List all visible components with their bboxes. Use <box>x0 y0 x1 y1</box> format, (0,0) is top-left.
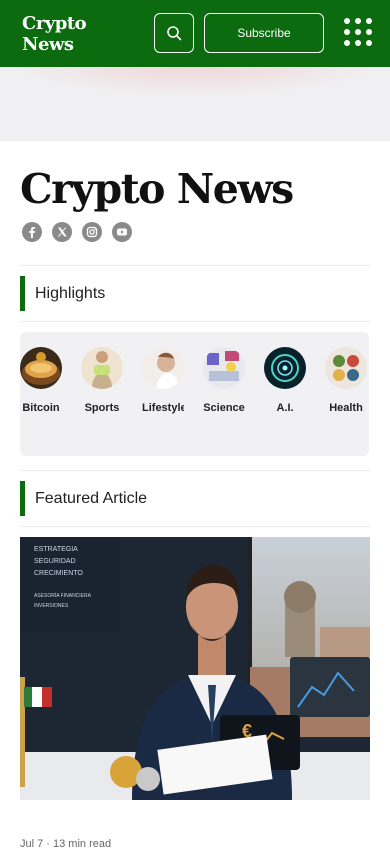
sign-line-5: INVERSIONES <box>34 603 69 609</box>
category-science[interactable]: Science <box>203 347 245 414</box>
category-label: Health <box>329 402 363 414</box>
divider <box>20 321 370 322</box>
divider <box>20 526 370 527</box>
page-title: Crypto News <box>20 165 294 213</box>
top-header: Crypto News Subscribe <box>0 0 390 67</box>
category-ai[interactable]: A.I. <box>264 347 306 414</box>
search-icon <box>167 26 182 41</box>
facebook-icon[interactable] <box>22 222 42 242</box>
article-meta: Jul 7 · 13 min read <box>20 838 112 850</box>
category-label: Bitcoin <box>22 402 60 414</box>
category-label: A.I. <box>276 402 294 414</box>
instagram-icon[interactable] <box>82 222 102 242</box>
sign-line-2: SEGURIDAD <box>34 558 76 565</box>
highlights-header: Highlights <box>20 276 370 311</box>
category-label: Lifestyle <box>142 402 184 414</box>
divider <box>20 265 370 266</box>
brand-line-1: Crypto <box>22 13 87 34</box>
science-image <box>203 347 245 389</box>
youtube-icon[interactable] <box>112 222 132 242</box>
category-sports[interactable]: Sports <box>81 347 123 414</box>
featured-header: Featured Article <box>20 481 370 516</box>
category-health[interactable]: Health <box>325 347 367 414</box>
category-label: Science <box>203 402 245 414</box>
lifestyle-image <box>142 347 184 389</box>
ad-banner <box>0 67 390 141</box>
brand-line-2: News <box>22 34 74 55</box>
featured-title: Featured Article <box>35 489 148 507</box>
sports-image <box>81 347 123 389</box>
category-label: Sports <box>84 402 120 414</box>
health-image <box>325 347 367 389</box>
social-links <box>22 222 132 242</box>
search-button[interactable] <box>154 13 194 53</box>
divider <box>20 470 370 471</box>
category-bitcoin[interactable]: Bitcoin <box>20 347 62 414</box>
highlights-title: Highlights <box>35 284 106 302</box>
sign-line-3: CRECIMIENTO <box>34 570 83 577</box>
x-icon[interactable] <box>52 222 72 242</box>
subscribe-button[interactable]: Subscribe <box>204 13 324 53</box>
sign-line-1: ESTRATEGIA <box>34 546 78 553</box>
section-accent-bar <box>20 276 25 311</box>
section-accent-bar <box>20 481 25 516</box>
highlights-carousel[interactable]: Bitcoin Sports Lifestyle Science A.I. He… <box>20 332 369 456</box>
ai-image <box>264 347 306 389</box>
apps-menu-icon[interactable] <box>344 18 374 48</box>
bitcoin-bowl-image <box>20 347 62 389</box>
category-lifestyle[interactable]: Lifestyle <box>142 347 184 414</box>
sign-line-4: ASESORÍA FINANCIERA <box>34 592 92 599</box>
brand-logo[interactable]: Crypto News <box>22 13 87 55</box>
featured-article-image[interactable]: ESTRATEGIA SEGURIDAD CRECIMIENTO ASESORÍ… <box>20 537 370 800</box>
